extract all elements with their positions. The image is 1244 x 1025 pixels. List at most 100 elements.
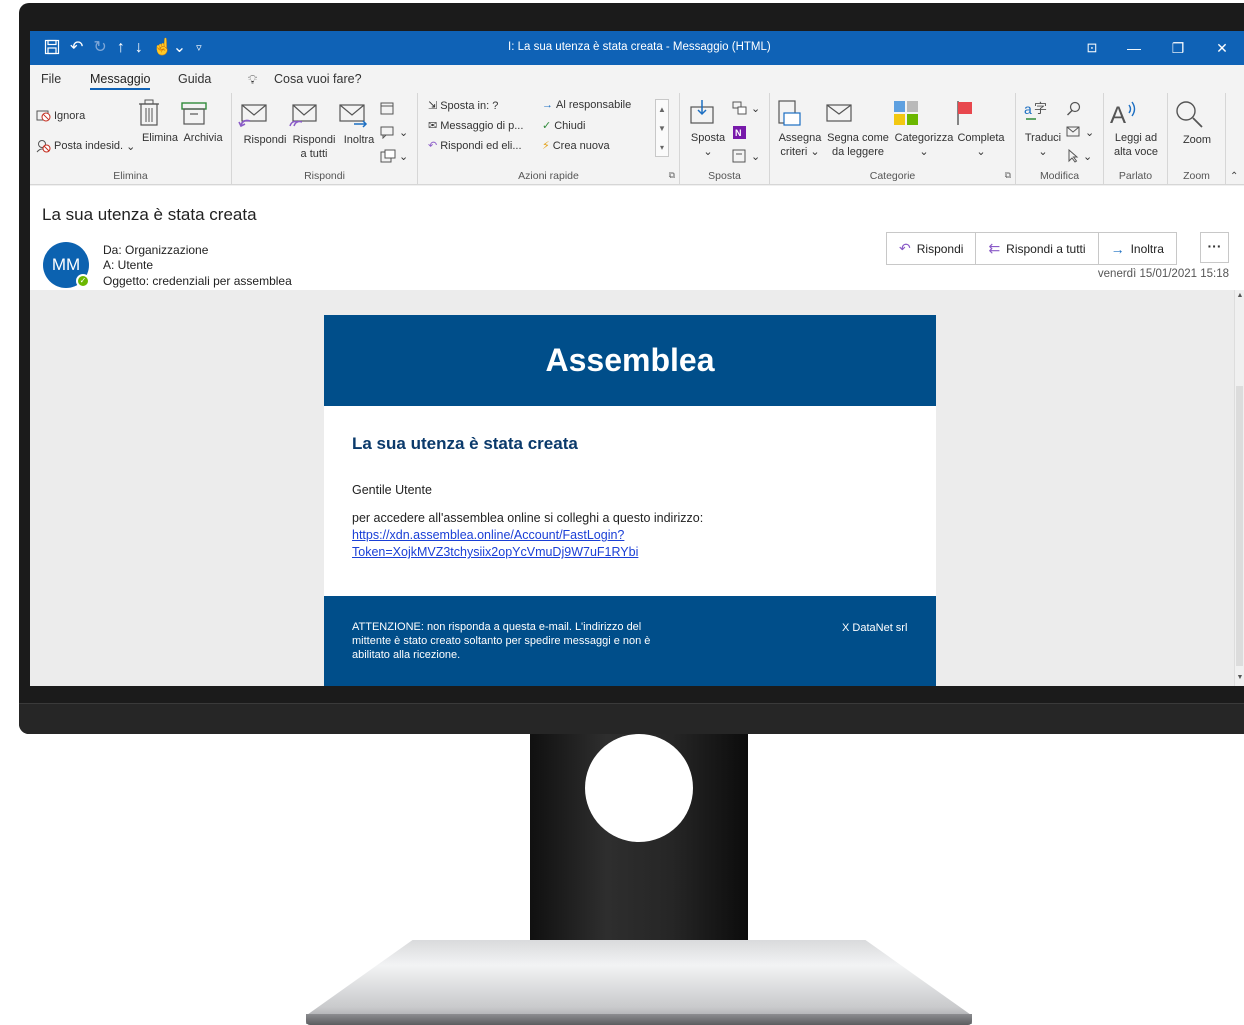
quick-step-manager[interactable]: → Al responsabile [542, 99, 631, 111]
check-icon: ✓ [542, 120, 552, 132]
save-icon[interactable] [44, 39, 60, 60]
move-to-icon: ⇲ [428, 100, 438, 112]
group-azioni-rapide: ⇲ Sposta in: ? ✉ Messaggio di p... ↶ Rispon… [418, 93, 680, 185]
dialog-launcher-icon[interactable]: ⧉ [669, 170, 675, 181]
message-subject: La sua utenza è stata creata [42, 205, 257, 224]
touch-mode-icon[interactable]: ☝⌄ [153, 39, 186, 60]
more-actions-button[interactable]: ··· [1200, 232, 1229, 263]
footer-brand: X DataNet srl [842, 622, 908, 634]
scroll-down-icon[interactable]: ▼ [1235, 674, 1244, 681]
login-link-line2[interactable]: Token=XojkMVZ3tchysiix2opYcVmuDj9W7uF1RY… [352, 545, 638, 559]
quick-steps-scroller[interactable]: ▲ ▼ ▾ [655, 99, 669, 157]
translate-button[interactable]: a字 Traduci ⌄ [1022, 99, 1064, 159]
move-button[interactable]: Sposta ⌄ [688, 99, 728, 159]
scrollbar-thumb[interactable] [1236, 386, 1243, 666]
select-icon[interactable]: ⌄ [1066, 149, 1092, 163]
read-aloud-button[interactable]: A Leggi ad alta voce [1108, 99, 1164, 159]
email-intro: per accedere all'assemblea online si col… [352, 511, 704, 525]
customize-toolbar-icon[interactable]: ▿ [196, 39, 202, 60]
group-categorie: Assegna criteri ⌄ Segna come da leggere … [770, 93, 1016, 185]
email-footer: ATTENZIONE: non risponda a questa e-mail… [324, 596, 936, 686]
reply-button[interactable]: Rispondi [238, 101, 292, 147]
quick-step-create[interactable]: ⚡︎ Crea nuova [542, 139, 610, 153]
quick-step-move[interactable]: ⇲ Sposta in: ? [428, 99, 498, 113]
related-icon[interactable]: ⌄ [1066, 125, 1094, 139]
forward-button[interactable]: Inoltra [338, 101, 380, 147]
svg-text:a: a [1024, 101, 1032, 117]
vertical-scrollbar[interactable]: ▲ ▼ [1234, 290, 1244, 686]
received-datetime: venerdì 15/01/2021 15:18 [1097, 268, 1229, 280]
reply-icon [238, 101, 292, 129]
ribbon: Ignora Posta indesid. ⌄ Elimina Archivia … [30, 93, 1244, 185]
group-label-rispondi: Rispondi [304, 170, 345, 182]
group-label-elimina: Elimina [113, 170, 148, 182]
forward-icon [338, 101, 380, 129]
junk-button[interactable]: Posta indesid. ⌄ [36, 139, 135, 153]
close-button[interactable]: ✕ [1200, 31, 1244, 65]
reply-all-arrow-icon: ⇇ [988, 240, 1001, 256]
tab-messaggio[interactable]: Messaggio [90, 72, 151, 90]
rules-icon[interactable]: ⌄ [732, 101, 760, 115]
categorize-button[interactable]: Categorizza ⌄ [892, 99, 956, 159]
envelope-icon: ✉ [428, 120, 438, 132]
stand-cable-hole [585, 734, 693, 842]
login-link-line1[interactable]: https://xdn.assemblea.online/Account/Fas… [352, 528, 624, 542]
previous-item-icon[interactable]: ↑ [117, 39, 125, 60]
reply-all-button[interactable]: Rispondi a tutti [288, 101, 340, 161]
menu-bar: File Messaggio Guida 💡︎ Cosa vuoi fare? [30, 65, 1244, 93]
minimize-button[interactable]: — [1112, 31, 1156, 65]
quick-step-reply-delete[interactable]: ↶ Rispondi ed eli... [428, 139, 522, 153]
presence-available-icon: ✓ [76, 274, 90, 288]
group-label-parlato: Parlato [1118, 170, 1153, 182]
group-elimina: Ignora Posta indesid. ⌄ Elimina Archivia … [30, 93, 232, 185]
group-zoom: Zoom Zoom [1168, 93, 1226, 185]
lightbulb-icon: 💡︎ [248, 72, 258, 87]
ribbon-display-options-icon[interactable]: ⊡ [1072, 31, 1112, 65]
follow-up-button[interactable]: Completa ⌄ [954, 99, 1008, 159]
quick-step-done[interactable]: ✓ Chiudi [542, 119, 585, 133]
title-bar: ↶ ↻ ↑ ↓ ☝⌄ ▿ I: La sua utenza è stata cr… [30, 31, 1244, 65]
junk-icon [36, 139, 51, 153]
assign-policy-button[interactable]: Assegna criteri ⌄ [776, 99, 824, 159]
svg-text:N: N [735, 128, 742, 138]
find-icon[interactable] [1066, 101, 1082, 117]
onenote-icon[interactable]: N [732, 125, 747, 140]
ignore-button[interactable]: Ignora [36, 109, 85, 122]
meeting-reply-icon[interactable] [380, 101, 396, 115]
tab-file[interactable]: File [41, 72, 61, 86]
tab-guida[interactable]: Guida [178, 72, 211, 86]
tell-me-search[interactable]: Cosa vuoi fare? [274, 72, 362, 86]
to-line[interactable]: A: Utente [103, 258, 153, 272]
reply-arrow-icon: ↶ [899, 240, 911, 256]
undo-icon[interactable]: ↶ [70, 39, 83, 60]
message-header: La sua utenza è stata creata MM ✓ Da: Or… [30, 186, 1244, 290]
monitor-chin [19, 703, 1244, 734]
actions-icon[interactable]: ⌄ [732, 149, 760, 163]
archive-button[interactable]: Archivia [180, 99, 226, 145]
more-respond-icon[interactable]: ⌄ [380, 149, 408, 163]
translate-icon: a字 [1022, 99, 1064, 127]
subject-line: Oggetto: credenziali per assemblea [103, 274, 292, 288]
im-reply-icon[interactable]: ⌄ [380, 125, 408, 139]
delete-button[interactable]: Elimina [138, 99, 182, 145]
redo-icon: ↻ [93, 39, 107, 56]
from-line[interactable]: Da: Organizzazione [103, 243, 208, 257]
arrow-right-icon: → [542, 99, 553, 111]
maximize-button[interactable]: ❐ [1156, 31, 1200, 65]
reply-all-action-button[interactable]: ⇇ Rispondi a tutti [976, 233, 1099, 264]
svg-text:字: 字 [1034, 101, 1047, 116]
collapse-ribbon-icon[interactable]: ⌃ [1230, 171, 1238, 182]
zoom-button[interactable]: Zoom [1174, 99, 1220, 147]
dialog-launcher-icon[interactable]: ⧉ [1005, 170, 1011, 181]
forward-arrow-icon: → [1110, 240, 1125, 257]
forward-action-button[interactable]: → Inoltra [1099, 233, 1176, 264]
reading-pane[interactable]: Assemblea La sua utenza è stata creata G… [30, 290, 1234, 686]
email-title: La sua utenza è stata creata [352, 434, 578, 453]
next-item-icon[interactable]: ↓ [135, 39, 143, 60]
magnifier-icon [1174, 99, 1220, 129]
quick-step-message[interactable]: ✉ Messaggio di p... [428, 119, 523, 133]
mark-unread-button[interactable]: Segna come da leggere [824, 99, 892, 159]
reply-action-button[interactable]: ↶ Rispondi [887, 233, 977, 264]
svg-text:A: A [1110, 102, 1126, 127]
scroll-up-icon[interactable]: ▲ [1235, 292, 1244, 299]
